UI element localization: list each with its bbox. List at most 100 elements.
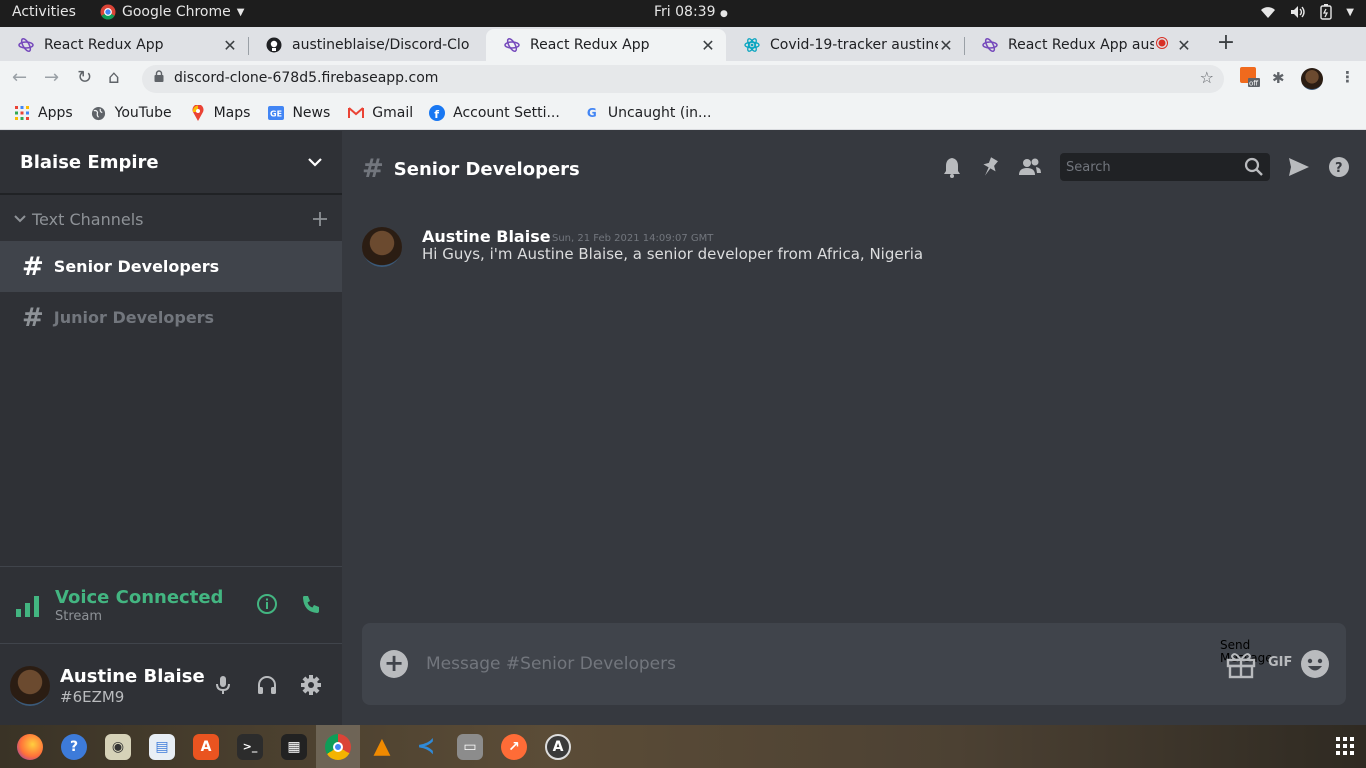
browser-tab[interactable]: React Redux App ✕ — [0, 29, 248, 61]
message-timestamp: Sun, 21 Feb 2021 14:09:07 GMT — [552, 233, 714, 244]
chrome-icon — [100, 4, 116, 20]
app-menu[interactable]: Google Chrome ▼ — [100, 4, 244, 20]
dock-item[interactable]: A — [184, 725, 228, 768]
dock-item[interactable]: ? — [52, 725, 96, 768]
message-input[interactable] — [426, 645, 1206, 683]
emoji-icon[interactable] — [1300, 649, 1330, 679]
send-icon[interactable] — [1288, 157, 1310, 177]
svg-text:GE: GE — [270, 110, 282, 119]
dock-item[interactable]: ▭ — [448, 725, 492, 768]
clock[interactable]: Fri 08:39 ● — [654, 4, 728, 20]
bookmark-news[interactable]: GE News — [268, 105, 330, 121]
gift-icon[interactable] — [1226, 649, 1256, 679]
file-manager-icon: ▭ — [457, 733, 483, 760]
bookmark-youtube[interactable]: YouTube — [91, 105, 172, 121]
info-icon[interactable] — [256, 593, 278, 615]
add-channel-icon[interactable] — [312, 211, 328, 227]
channels-section-header[interactable]: Text Channels — [0, 197, 342, 241]
add-attachment-icon[interactable]: + — [380, 650, 408, 678]
hash-icon: # — [22, 302, 44, 333]
pin-location-icon[interactable] — [980, 156, 1000, 178]
menu-kebab-icon[interactable]: ⋮ — [1340, 68, 1355, 86]
react-redux-icon — [504, 37, 520, 53]
home-icon[interactable]: ⌂ — [108, 67, 119, 88]
activities-button[interactable]: Activities — [12, 4, 76, 20]
apps-grid-icon — [14, 105, 30, 121]
search-icon[interactable] — [1244, 157, 1264, 177]
channels-section-label: Text Channels — [32, 209, 144, 229]
show-applications-icon[interactable] — [1336, 737, 1354, 755]
message-author-avatar[interactable] — [362, 227, 402, 267]
bookmark-apps[interactable]: Apps — [14, 105, 73, 121]
server-header[interactable]: Blaise Empire — [0, 131, 342, 195]
user-tag: #6EZM9 — [60, 688, 125, 706]
bookmark-label: Gmail — [372, 105, 414, 121]
search-input[interactable] — [1060, 153, 1230, 181]
close-tab-icon[interactable]: ✕ — [938, 36, 954, 55]
dock-item[interactable]: ◉ — [96, 725, 140, 768]
profile-avatar[interactable] — [1301, 68, 1323, 90]
user-avatar[interactable] — [10, 666, 50, 706]
notification-bell-icon[interactable] — [942, 156, 962, 178]
extension-off-icon[interactable]: off — [1240, 67, 1260, 93]
voice-status-panel: Voice Connected Stream — [0, 566, 342, 644]
dock-item[interactable]: A — [536, 725, 580, 768]
tab-title: Covid-19-tracker austineb — [770, 37, 938, 53]
new-tab-button[interactable]: + — [1213, 31, 1239, 57]
dock-item[interactable]: ▲ — [360, 725, 404, 768]
channel-item-senior-developers[interactable]: # Senior Developers — [0, 241, 342, 292]
reload-icon[interactable]: ↻ — [77, 67, 92, 88]
microphone-icon[interactable] — [212, 674, 234, 696]
address-bar[interactable]: discord-clone-678d5.firebaseapp.com ☆ — [142, 65, 1224, 93]
forward-arrow-icon[interactable]: → — [44, 67, 59, 88]
github-icon — [266, 37, 282, 53]
chevron-down-icon — [308, 158, 322, 167]
members-icon[interactable] — [1018, 157, 1042, 177]
bookmark-gmail[interactable]: Gmail — [348, 105, 413, 121]
bookmark-account-settings[interactable]: f Account Setti... — [429, 105, 560, 121]
browser-tab-active[interactable]: React Redux App ✕ — [486, 29, 726, 61]
help-icon[interactable]: ? — [1328, 156, 1350, 178]
gif-button[interactable]: GIF — [1268, 655, 1292, 670]
close-tab-icon[interactable]: ✕ — [222, 36, 238, 55]
bookmark-label: Uncaught (in... — [607, 105, 712, 121]
browser-tab[interactable]: Covid-19-tracker austineb ✕ — [726, 29, 964, 61]
message-composer: + Send Message GIF — [362, 623, 1346, 705]
disk-icon: ◉ — [105, 733, 131, 760]
dock-item[interactable] — [8, 725, 52, 768]
bookmark-uncaught[interactable]: G Uncaught (in... — [584, 105, 712, 121]
system-top-bar: Activities Google Chrome ▼ Fri 08:39 ● ▼ — [0, 0, 1366, 27]
browser-tab[interactable]: austineblaise/Discord-Clo — [248, 29, 486, 61]
bookmark-star-icon[interactable]: ☆ — [1200, 68, 1214, 87]
channel-item-junior-developers[interactable]: # Junior Developers — [0, 292, 342, 343]
puzzle-extensions-icon[interactable]: ✱ — [1272, 69, 1285, 87]
close-tab-icon[interactable]: ✕ — [700, 36, 716, 55]
dock-item-active[interactable] — [316, 725, 360, 768]
svg-text:off: off — [1249, 80, 1258, 88]
channel-name: Junior Developers — [53, 308, 215, 327]
dock-item[interactable]: >_ — [228, 725, 272, 768]
dock-item[interactable]: ≺ — [404, 725, 448, 768]
bookmark-label: Account Setti... — [453, 105, 560, 121]
headphones-icon[interactable] — [256, 674, 278, 696]
dock-item[interactable]: ↗ — [492, 725, 536, 768]
settings-gear-icon[interactable] — [300, 674, 322, 696]
phone-icon[interactable] — [300, 593, 322, 615]
gmail-icon — [348, 105, 365, 121]
bookmark-maps[interactable]: Maps — [190, 105, 250, 121]
dock-item[interactable]: ▦ — [272, 725, 316, 768]
system-tray[interactable]: ▼ — [1260, 4, 1354, 20]
dock-item[interactable]: ▤ — [140, 725, 184, 768]
hash-icon: # — [362, 154, 384, 184]
globe-icon — [91, 105, 107, 121]
back-arrow-icon[interactable]: ← — [12, 67, 27, 88]
browser-tab[interactable]: React Redux App austi ✕ — [964, 29, 1202, 61]
close-tab-icon[interactable]: ✕ — [1176, 36, 1192, 55]
facebook-icon: f — [429, 105, 446, 121]
volume-icon — [1291, 6, 1305, 18]
message-author[interactable]: Austine Blaise — [422, 227, 551, 246]
chat-channel-title: Senior Developers — [393, 158, 580, 180]
chevron-down-icon: ▼ — [1346, 6, 1354, 18]
recording-icon — [1154, 37, 1170, 53]
tab-title: austineblaise/Discord-Clo — [292, 37, 470, 53]
